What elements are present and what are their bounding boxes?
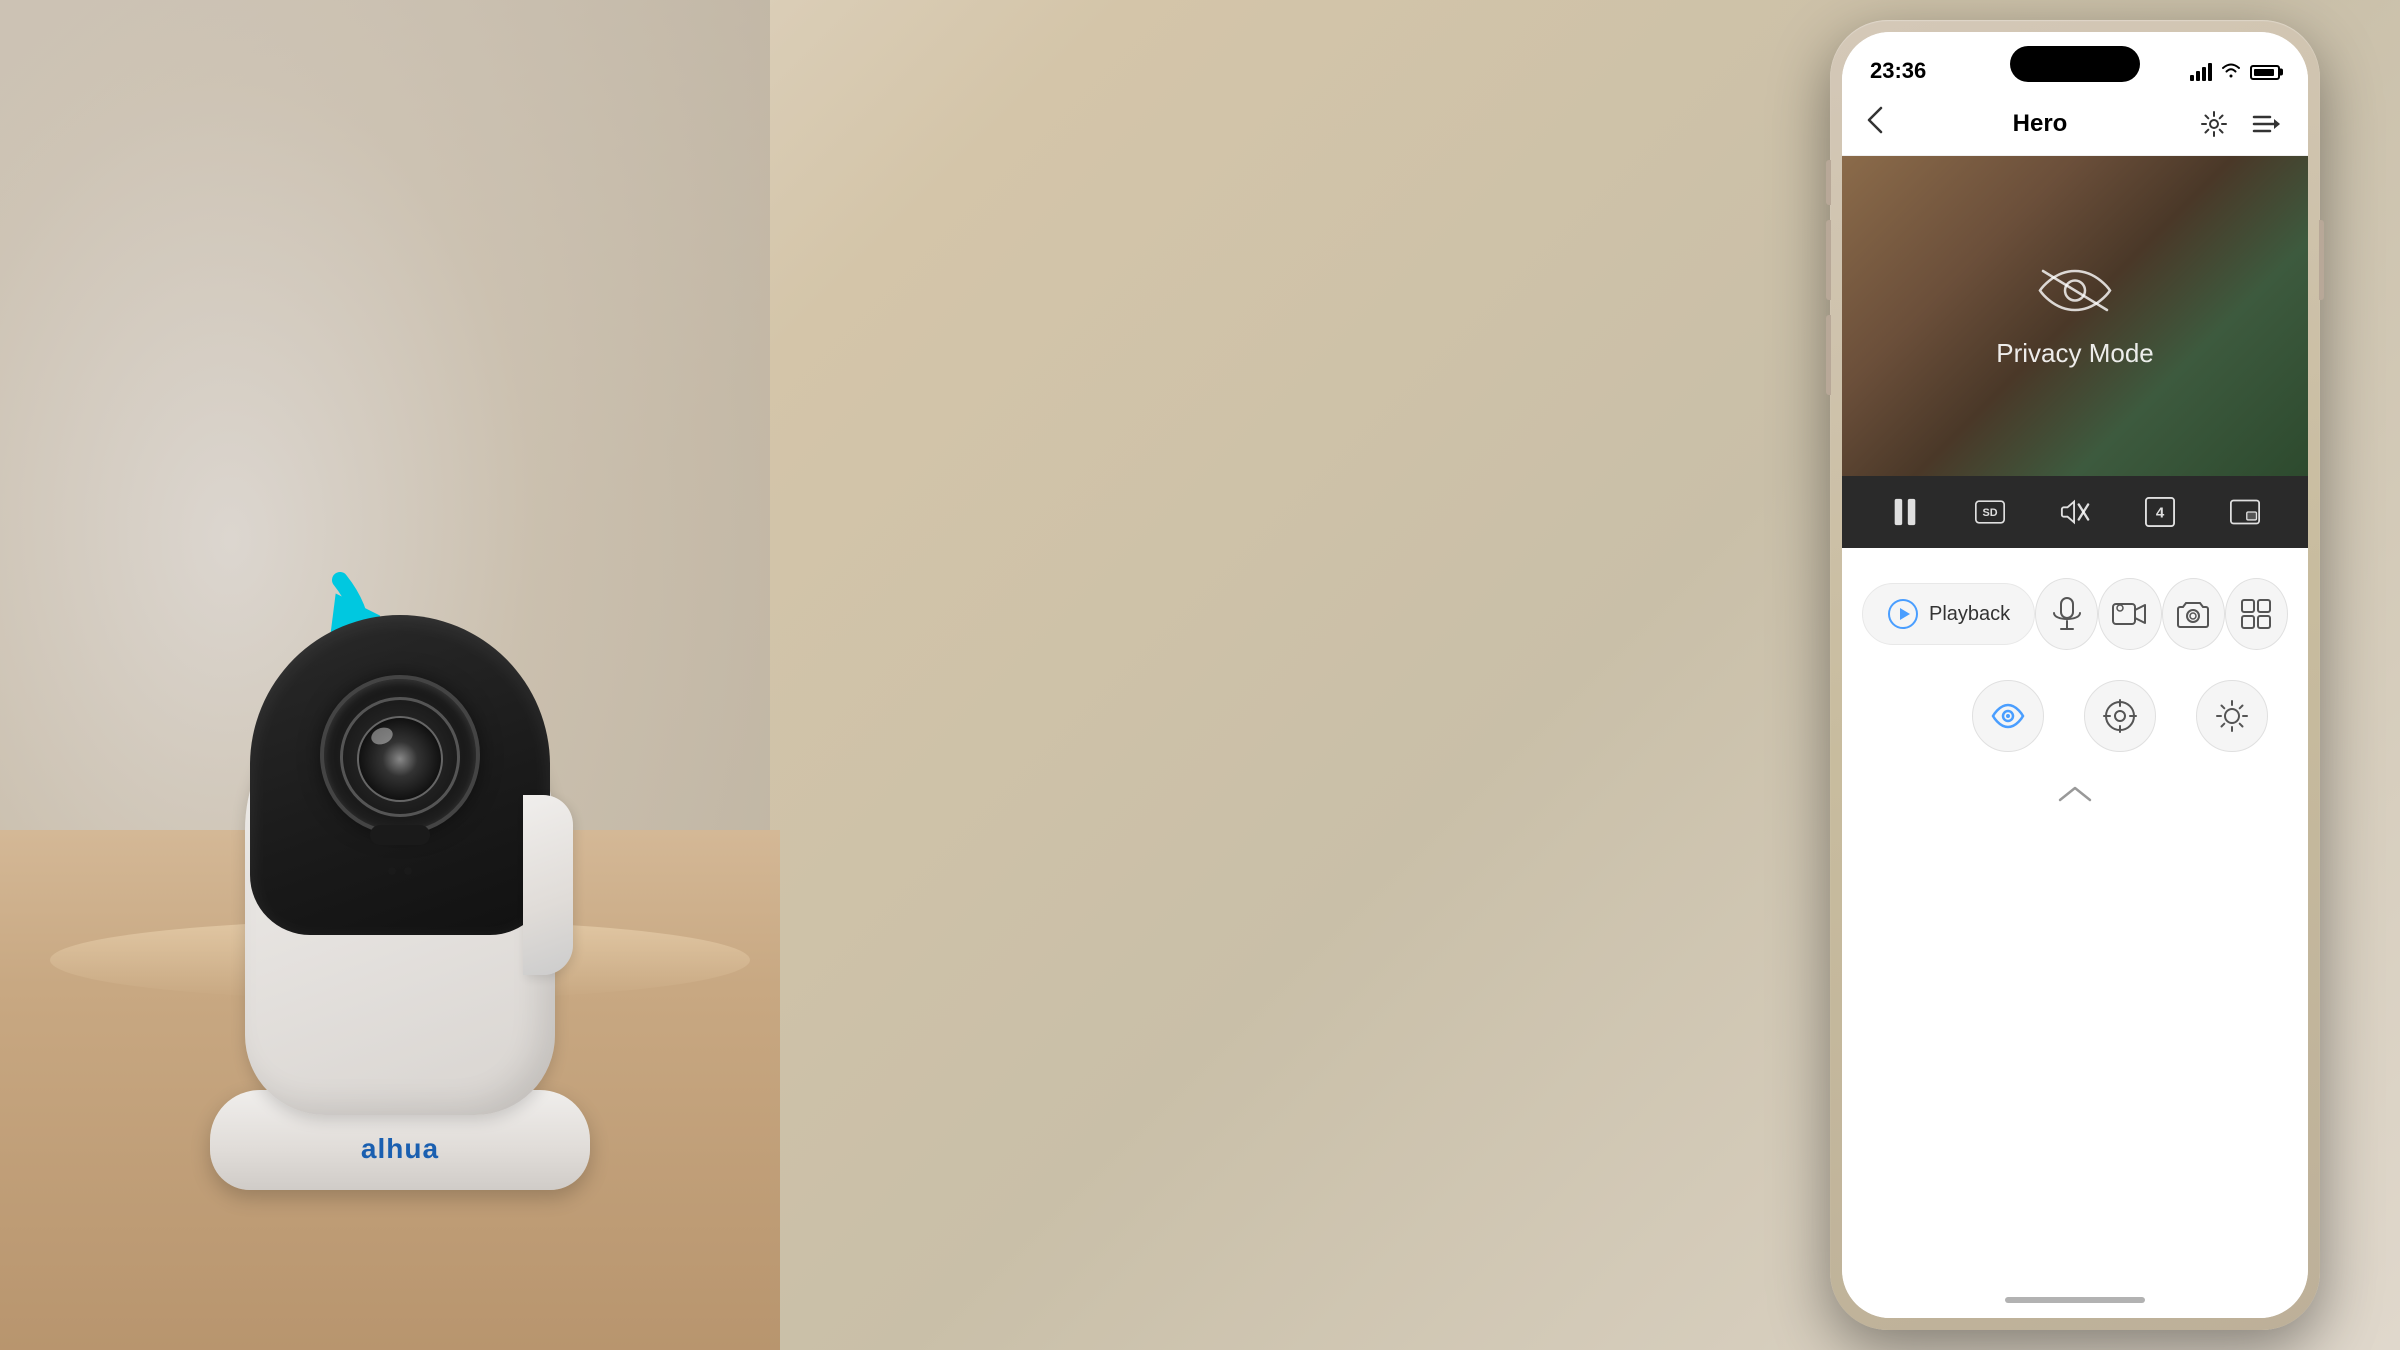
phone: 23:36 xyxy=(1830,20,2320,1330)
mic-button[interactable] xyxy=(2035,578,2098,650)
sd-button[interactable]: SD xyxy=(1965,487,2015,537)
signal-bar-2 xyxy=(2196,71,2200,81)
privacy-toggle-button[interactable] xyxy=(1972,680,2044,752)
back-button[interactable] xyxy=(1866,105,1884,142)
playback-button[interactable]: Playback xyxy=(1862,583,2035,645)
camera-lens-outer xyxy=(320,675,480,835)
home-bar xyxy=(2005,1297,2145,1303)
camera-lens-inner xyxy=(357,716,443,802)
signal-bar-4 xyxy=(2208,63,2212,81)
phone-btn-volume-up[interactable] xyxy=(1826,220,1831,300)
camera-panel-rect xyxy=(370,825,430,845)
status-icons xyxy=(2190,60,2280,84)
chevron-up-area[interactable] xyxy=(1842,762,2308,826)
grid-button[interactable] xyxy=(2225,578,2288,650)
bottom-panel: Playback xyxy=(1842,548,2308,1318)
playback-label: Playback xyxy=(1929,603,2010,626)
snapshot-button[interactable] xyxy=(2162,578,2225,650)
video-record-button[interactable] xyxy=(2098,578,2161,650)
camera-device: alhua xyxy=(160,530,640,1190)
camera-head xyxy=(250,615,550,935)
phone-frame: 23:36 xyxy=(1830,20,2320,1330)
camera-dot xyxy=(404,867,412,875)
phone-screen: 23:36 xyxy=(1842,32,2308,1318)
video-feed: Privacy Mode xyxy=(1842,156,2308,476)
privacy-eye-icon xyxy=(2035,263,2115,318)
dynamic-island xyxy=(2010,46,2140,82)
signal-bar-1 xyxy=(2190,75,2194,81)
status-time: 23:36 xyxy=(1870,58,1926,84)
split-button[interactable] xyxy=(2220,487,2270,537)
menu-icon-btn[interactable] xyxy=(2248,106,2284,142)
wifi-icon xyxy=(2220,60,2242,84)
svg-text:SD: SD xyxy=(1982,507,1997,519)
camera-dot xyxy=(388,867,396,875)
controls-bar: SD 4 xyxy=(1842,476,2308,548)
settings-icon-btn[interactable] xyxy=(2196,106,2232,142)
phone-btn-volume-down[interactable] xyxy=(1826,315,1831,395)
phone-btn-silent[interactable] xyxy=(1826,160,1831,205)
quick-actions-row: Playback xyxy=(1842,548,2308,670)
camera-body xyxy=(245,675,555,1115)
pause-button[interactable] xyxy=(1880,487,1930,537)
quality-button[interactable]: 4 xyxy=(2135,487,2185,537)
signal-icon xyxy=(2190,63,2212,81)
camera-brand: alhua xyxy=(361,1133,439,1165)
camera-lens-ring xyxy=(340,697,460,817)
battery-fill xyxy=(2254,69,2274,76)
signal-bar-3 xyxy=(2202,67,2206,81)
ptz-button[interactable] xyxy=(2084,680,2156,752)
nav-bar: Hero xyxy=(1842,92,2308,156)
phone-btn-right[interactable] xyxy=(2319,220,2324,300)
privacy-mode-text: Privacy Mode xyxy=(1996,338,2154,369)
lens-highlight xyxy=(369,725,395,748)
battery-icon xyxy=(2250,65,2280,80)
light-button[interactable] xyxy=(2196,680,2268,752)
camera-dots xyxy=(388,867,412,875)
mute-button[interactable] xyxy=(2050,487,2100,537)
camera-fin xyxy=(523,795,573,975)
svg-text:4: 4 xyxy=(2156,505,2165,522)
nav-icons xyxy=(2196,106,2284,142)
second-row-actions xyxy=(1842,670,2308,762)
nav-title: Hero xyxy=(2013,110,2068,138)
